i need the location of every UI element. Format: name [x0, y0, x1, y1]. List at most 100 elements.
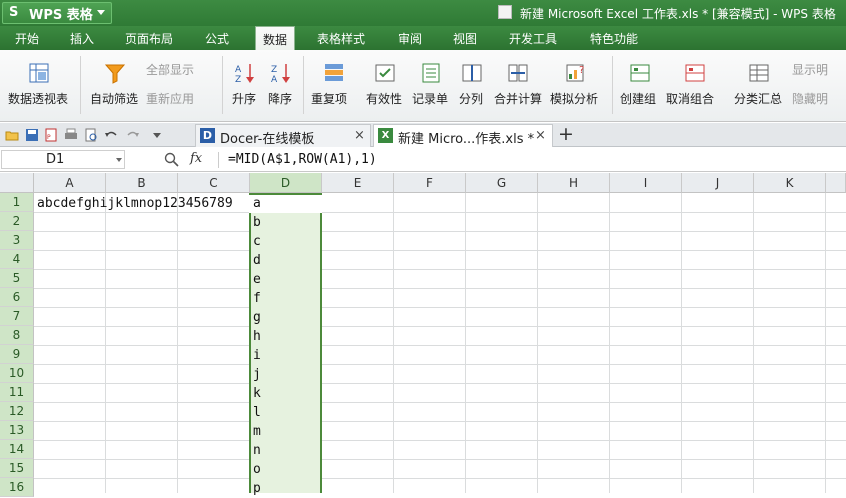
column-header-f[interactable]: F — [394, 173, 466, 193]
name-box-dropdown-icon[interactable] — [116, 158, 122, 162]
column-header-e[interactable]: E — [322, 173, 394, 193]
cell-d4[interactable]: d — [253, 251, 261, 270]
cell-d9[interactable]: i — [253, 346, 261, 365]
cell-d15[interactable]: o — [253, 460, 261, 479]
new-tab-button[interactable]: + — [558, 123, 574, 145]
reapply-button[interactable]: 重新应用 — [146, 90, 194, 107]
select-all-corner[interactable] — [0, 173, 34, 193]
quick-access-dropdown-icon[interactable] — [150, 128, 164, 142]
menu-insert[interactable]: 插入 — [70, 30, 94, 47]
row-header-2[interactable]: 2 — [0, 212, 34, 231]
menu-data[interactable]: 数据 — [255, 26, 296, 50]
hide-detail-button[interactable]: 隐藏明 — [792, 90, 828, 107]
row-header-15[interactable]: 15 — [0, 459, 34, 478]
sort-ascending-label: 升序 — [232, 92, 257, 106]
grid-line — [537, 193, 538, 493]
column-header-k[interactable]: K — [754, 173, 826, 193]
menu-page-layout[interactable]: 页面布局 — [125, 30, 173, 47]
print-preview-icon[interactable] — [84, 128, 98, 142]
autofilter-button[interactable]: 自动筛选 — [88, 58, 140, 114]
column-header-d[interactable]: D — [250, 173, 322, 193]
row-header-11[interactable]: 11 — [0, 383, 34, 402]
subtotal-button[interactable]: 分类汇总 — [732, 58, 786, 114]
redo-icon[interactable] — [126, 128, 140, 142]
row-header-1[interactable]: 1 — [0, 193, 34, 212]
column-header-a[interactable]: A — [34, 173, 106, 193]
app-menu-button[interactable]: S WPS 表格 — [2, 2, 112, 24]
menu-table-style[interactable]: 表格样式 — [317, 30, 365, 47]
create-group-button[interactable]: 创建组 — [618, 58, 662, 114]
column-header-j[interactable]: J — [682, 173, 754, 193]
menu-view[interactable]: 视图 — [453, 30, 477, 47]
cell-d14[interactable]: n — [253, 441, 261, 460]
row-header-13[interactable]: 13 — [0, 421, 34, 440]
row-header-10[interactable]: 10 — [0, 364, 34, 383]
open-folder-icon[interactable] — [5, 128, 19, 142]
cell-d5[interactable]: e — [253, 270, 261, 289]
menu-developer[interactable]: 开发工具 — [509, 30, 557, 47]
cell-d6[interactable]: f — [253, 289, 261, 308]
row-header-16[interactable]: 16 — [0, 478, 34, 497]
sort-ascending-button[interactable]: AZ 升序 — [228, 58, 262, 114]
ungroup-button[interactable]: 取消组合 — [666, 58, 724, 114]
ribbon-divider — [303, 56, 304, 114]
cell-d2[interactable]: b — [253, 213, 261, 232]
row-header-7[interactable]: 7 — [0, 307, 34, 326]
record-sheet-label: 记录单 — [412, 92, 449, 106]
column-header-b[interactable]: B — [106, 173, 178, 193]
cell-d3[interactable]: c — [253, 232, 261, 251]
record-sheet-button[interactable]: 记录单 — [410, 58, 452, 114]
menu-special[interactable]: 特色功能 — [590, 30, 638, 47]
save-icon[interactable] — [25, 128, 39, 142]
cell-d10[interactable]: j — [253, 365, 261, 384]
cell-d16[interactable]: p — [253, 479, 261, 498]
formula-input[interactable]: =MID(A$1,ROW(A1),1) — [228, 152, 377, 167]
undo-icon[interactable] — [104, 128, 118, 142]
row-header-8[interactable]: 8 — [0, 326, 34, 345]
close-tab-icon[interactable]: × — [535, 128, 546, 143]
cell-d7[interactable]: g — [253, 308, 261, 327]
row-header-3[interactable]: 3 — [0, 231, 34, 250]
spreadsheet-grid[interactable]: A B C D E F G H I J K 1 2 3 4 5 6 7 8 9 … — [0, 173, 846, 497]
cell-d8[interactable]: h — [253, 327, 261, 346]
menu-start[interactable]: 开始 — [15, 30, 39, 47]
grid-line — [465, 193, 466, 493]
insert-function-icon[interactable]: fx — [190, 151, 202, 166]
export-pdf-icon[interactable]: P — [44, 128, 58, 142]
close-tab-icon[interactable]: × — [354, 128, 365, 143]
tab-current-workbook[interactable]: X 新建 Micro...作表.xls * × — [373, 124, 553, 147]
show-detail-label: 显示明 — [792, 63, 829, 77]
row-header-4[interactable]: 4 — [0, 250, 34, 269]
column-header-i[interactable]: I — [610, 173, 682, 193]
row-header-6[interactable]: 6 — [0, 288, 34, 307]
row-header-12[interactable]: 12 — [0, 402, 34, 421]
cell-d12[interactable]: l — [253, 403, 261, 422]
zoom-search-icon[interactable] — [164, 152, 179, 167]
column-header-c[interactable]: C — [178, 173, 250, 193]
print-icon[interactable] — [64, 128, 78, 142]
consolidate-button[interactable]: 合并计算 — [492, 58, 544, 114]
duplicates-button[interactable]: 重复项 — [310, 58, 360, 114]
column-header-partial[interactable] — [826, 173, 846, 193]
cell-a1[interactable]: abcdefghijklmnop123456789 — [37, 194, 233, 213]
row-header-14[interactable]: 14 — [0, 440, 34, 459]
cell-d13[interactable]: m — [253, 422, 261, 441]
name-box[interactable]: D1 — [1, 150, 125, 169]
cell-d11[interactable]: k — [253, 384, 261, 403]
menu-formula[interactable]: 公式 — [205, 30, 229, 47]
tab-docer-templates[interactable]: D Docer-在线模板 × — [195, 124, 371, 147]
menu-review[interactable]: 审阅 — [398, 30, 422, 47]
validity-button[interactable]: 有效性 — [364, 58, 406, 114]
row-header-9[interactable]: 9 — [0, 345, 34, 364]
row-header-5[interactable]: 5 — [0, 269, 34, 288]
column-header-g[interactable]: G — [466, 173, 538, 193]
show-all-button[interactable]: 全部显示 — [146, 61, 194, 78]
docer-logo-icon: D — [200, 128, 215, 143]
cell-d1[interactable]: a — [253, 194, 261, 213]
what-if-analysis-button[interactable]: ? 模拟分析 — [548, 58, 604, 114]
sort-descending-button[interactable]: ZA 降序 — [264, 58, 298, 114]
pivot-table-button[interactable]: 数据透视表 — [6, 58, 72, 114]
column-header-h[interactable]: H — [538, 173, 610, 193]
show-detail-button[interactable]: 显示明 — [792, 61, 828, 78]
split-column-button[interactable]: 分列 — [456, 58, 488, 114]
